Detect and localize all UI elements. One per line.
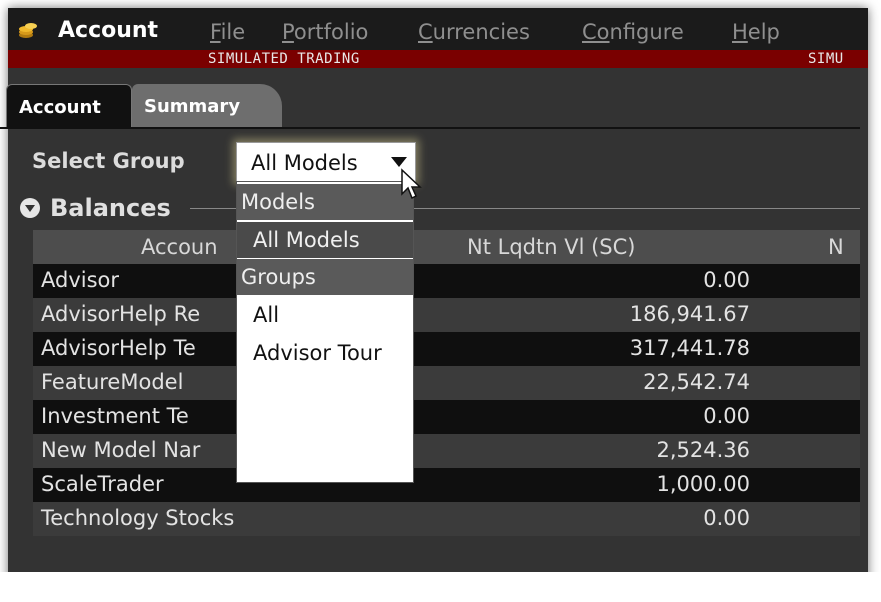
menu-file[interactable]: File [210, 20, 245, 44]
table-row[interactable]: Investment Te 0.00 [33, 400, 860, 434]
table-row[interactable]: FeatureModel 22,542.74 [33, 366, 860, 400]
table-row[interactable]: New Model Nar 2,524.36 [33, 434, 860, 468]
table-row[interactable]: Technology Stocks 0.00 [33, 502, 860, 536]
dropdown-option-all[interactable]: All [237, 297, 413, 333]
account-name: Technology Stocks [41, 506, 235, 530]
net-liquidation-value: 0.00 [703, 404, 750, 428]
column-header-account[interactable]: Accoun [141, 235, 218, 259]
table-row[interactable]: ScaleTrader 1,000.00 [33, 468, 860, 502]
menu-help-mnemonic: H [732, 20, 748, 44]
account-name: FeatureModel [41, 370, 184, 394]
dropdown-section-groups: Groups [237, 259, 413, 295]
net-liquidation-value: 317,441.78 [629, 336, 750, 360]
menu-configure-mnemonic: Co [582, 20, 610, 44]
menu-file-label: ile [220, 20, 246, 44]
net-liquidation-value: 22,542.74 [643, 370, 750, 394]
account-name: Advisor [41, 268, 120, 292]
caret-down-icon [391, 157, 407, 167]
dropdown-option-advisor-tour[interactable]: Advisor Tour [237, 335, 413, 371]
tab-summary[interactable]: Summary [132, 84, 282, 128]
net-liquidation-value: 186,941.67 [629, 302, 750, 326]
title-bar: Account File Portfolio Currencies Config… [8, 8, 868, 50]
column-header-next[interactable]: N [828, 235, 844, 259]
tab-account-label: Account [19, 97, 101, 118]
collapse-circle-icon[interactable] [20, 198, 40, 218]
menu-help[interactable]: Help [732, 20, 780, 44]
tab-divider [0, 127, 860, 129]
table-header: Accoun Nt Lqdtn Vl (SC) N [33, 230, 860, 264]
menu-portfolio-label: ortfolio [293, 20, 369, 44]
account-name: Investment Te [41, 404, 189, 428]
table-row[interactable]: AdvisorHelp Re 186,941.67 [33, 298, 860, 332]
select-group-label: Select Group [32, 149, 185, 173]
table-row[interactable]: AdvisorHelp Te 317,441.78 [33, 332, 860, 366]
menu-configure-label: nfigure [609, 20, 684, 44]
account-name: ScaleTrader [41, 472, 164, 496]
menu-portfolio-mnemonic: P [282, 20, 294, 44]
menu-configure[interactable]: Configure [582, 20, 684, 44]
gold-coins-icon [18, 20, 37, 38]
net-liquidation-value: 2,524.36 [656, 438, 750, 462]
select-group-value: All Models [251, 151, 358, 175]
table-row[interactable]: Advisor 0.00 [33, 264, 860, 298]
balances-title: Balances [50, 194, 171, 222]
torn-edge [0, 572, 881, 602]
menu-file-mnemonic: F [210, 20, 221, 44]
dropdown-option-label: Advisor Tour [253, 341, 382, 365]
account-name: New Model Nar [41, 438, 201, 462]
dropdown-option-label: All Models [253, 228, 360, 252]
column-header-net-liquidation[interactable]: Nt Lqdtn Vl (SC) [467, 235, 635, 259]
menu-portfolio[interactable]: Portfolio [282, 20, 368, 44]
window-title: Account [58, 18, 159, 43]
tab-account[interactable]: Account [6, 84, 132, 129]
menu-currencies-label: urrencies [432, 20, 530, 44]
tab-summary-label: Summary [144, 96, 241, 117]
dropdown-section-models: Models [237, 184, 413, 220]
simulated-trading-bar: SIMULATED TRADING SIMU [8, 50, 868, 68]
account-name: AdvisorHelp Te [41, 336, 196, 360]
dropdown-option-all-models[interactable]: All Models [237, 222, 413, 258]
net-liquidation-value: 1,000.00 [656, 472, 750, 496]
net-liquidation-value: 0.00 [703, 268, 750, 292]
simulated-trading-label-right: SIMU [808, 51, 844, 67]
net-liquidation-value: 0.00 [703, 506, 750, 530]
simulated-trading-label: SIMULATED TRADING [208, 51, 360, 67]
account-name: AdvisorHelp Re [41, 302, 201, 326]
select-group-dropdown[interactable]: All Models [236, 142, 416, 182]
group-dropdown-list: Models All Models Groups All Advisor Tou… [236, 181, 414, 483]
mouse-pointer-icon [400, 168, 424, 202]
dropdown-section-label: Models [241, 190, 315, 214]
menu-help-label: elp [747, 20, 780, 44]
dropdown-option-label: All [253, 303, 280, 327]
balances-table: Accoun Nt Lqdtn Vl (SC) N Advisor 0.00 Ad… [33, 230, 860, 536]
dropdown-section-label: Groups [241, 265, 316, 289]
menu-currencies-mnemonic: C [418, 20, 433, 44]
menu-currencies[interactable]: Currencies [418, 20, 530, 44]
